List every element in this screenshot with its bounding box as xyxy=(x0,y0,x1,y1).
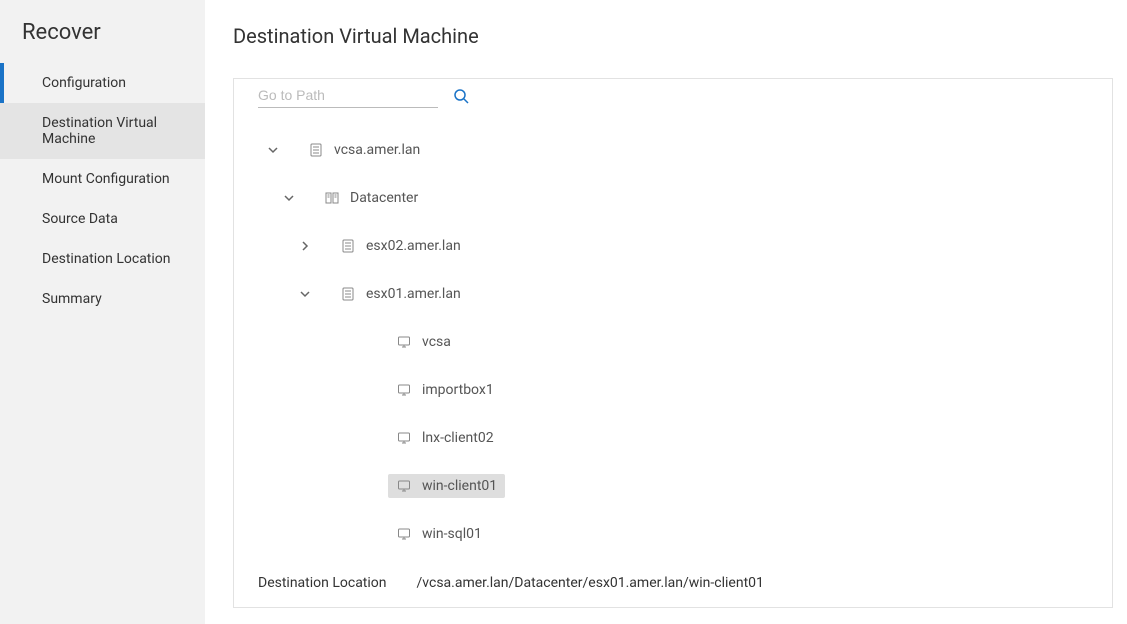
vm-icon-wrap xyxy=(396,478,412,494)
tree-node-label[interactable]: Datacenter xyxy=(316,186,426,210)
tree-node: vcsa xyxy=(234,318,1112,366)
sidebar-item-destination-location[interactable]: Destination Location xyxy=(0,239,205,279)
tree-node-text: esx02.amer.lan xyxy=(366,238,461,254)
tree-node-text: importbox1 xyxy=(422,382,494,398)
sidebar-item-summary[interactable]: Summary xyxy=(0,279,205,319)
sidebar-item-source-data[interactable]: Source Data xyxy=(0,199,205,239)
tree-node: vcsa.amer.lan xyxy=(234,126,1112,174)
tree-node: win-sql01 xyxy=(234,510,1112,558)
sidebar-item-label: Destination Virtual Machine xyxy=(42,115,157,147)
sidebar-title: Recover xyxy=(0,20,205,63)
tree-node-text: vcsa.amer.lan xyxy=(334,142,420,158)
vm-icon xyxy=(397,431,411,445)
search-icon xyxy=(453,88,469,104)
tree-node-label[interactable]: importbox1 xyxy=(388,378,502,402)
tree-node-label[interactable]: vcsa.amer.lan xyxy=(300,138,428,162)
vm-icon-wrap xyxy=(396,382,412,398)
search-button[interactable] xyxy=(452,87,470,105)
tree-node-label[interactable]: win-client01 xyxy=(388,474,505,498)
sidebar-item-label: Destination Location xyxy=(42,251,171,267)
tree-node: esx01.amer.lan xyxy=(234,270,1112,318)
sidebar-nav: Configuration Destination Virtual Machine… xyxy=(0,63,205,319)
tree-node-text: win-client01 xyxy=(422,478,497,494)
sidebar-item-destination-virtual-machine[interactable]: Destination Virtual Machine xyxy=(0,103,205,159)
server-icon-wrap xyxy=(340,286,356,302)
tree-scroll[interactable]: vcsa.amer.lan Datacenter esx02.amer.lan esx… xyxy=(234,79,1112,558)
vm-icon xyxy=(397,479,411,493)
chevron-down-icon[interactable] xyxy=(296,285,314,303)
tree-node: win-client01 xyxy=(234,462,1112,510)
vm-icon-wrap xyxy=(396,526,412,542)
vm-icon xyxy=(397,335,411,349)
server-icon-wrap xyxy=(308,142,324,158)
vm-icon xyxy=(397,383,411,397)
tree-node-text: lnx-client02 xyxy=(422,430,494,446)
page-title: Destination Virtual Machine xyxy=(233,24,1113,48)
chevron-down-icon[interactable] xyxy=(264,141,282,159)
tree-node-label[interactable]: esx01.amer.lan xyxy=(332,282,469,306)
sidebar-item-configuration[interactable]: Configuration xyxy=(0,63,205,103)
tree-node-text: esx01.amer.lan xyxy=(366,286,461,302)
go-to-path-input[interactable] xyxy=(258,83,438,108)
vm-icon xyxy=(397,527,411,541)
sidebar-item-label: Summary xyxy=(42,291,102,307)
server-icon xyxy=(341,239,355,253)
tree-node: esx02.amer.lan xyxy=(234,222,1112,270)
destination-location-label: Destination Location xyxy=(258,575,387,591)
datacenter-icon-wrap xyxy=(324,190,340,206)
destination-location-value: /vcsa.amer.lan/Datacenter/esx01.amer.lan… xyxy=(417,575,764,591)
tree-node-text: Datacenter xyxy=(350,190,418,206)
sidebar: Recover Configuration Destination Virtual… xyxy=(0,0,205,624)
tree-node-label[interactable]: vcsa xyxy=(388,330,459,354)
search-row xyxy=(234,79,1112,118)
destination-location-footer: Destination Location /vcsa.amer.lan/Data… xyxy=(234,558,1112,607)
chevron-right-icon[interactable] xyxy=(296,237,314,255)
main: Destination Virtual Machine vcsa.amer.la… xyxy=(205,0,1127,624)
sidebar-item-label: Configuration xyxy=(42,75,126,91)
tree-panel: vcsa.amer.lan Datacenter esx02.amer.lan esx… xyxy=(234,79,1112,558)
sidebar-item-label: Mount Configuration xyxy=(42,171,170,187)
chevron-down-icon[interactable] xyxy=(280,189,298,207)
tree-node-label[interactable]: lnx-client02 xyxy=(388,426,502,450)
datacenter-icon xyxy=(325,191,339,205)
sidebar-item-label: Source Data xyxy=(42,211,118,227)
tree-node: lnx-client02 xyxy=(234,414,1112,462)
tree-node: importbox1 xyxy=(234,366,1112,414)
tree-node-text: win-sql01 xyxy=(422,526,482,542)
tree-node: Datacenter xyxy=(234,174,1112,222)
vm-icon-wrap xyxy=(396,430,412,446)
server-icon-wrap xyxy=(340,238,356,254)
server-icon xyxy=(341,287,355,301)
tree-node-text: vcsa xyxy=(422,334,451,350)
tree-node-label[interactable]: win-sql01 xyxy=(388,522,490,546)
server-icon xyxy=(309,143,323,157)
vm-tree: vcsa.amer.lan Datacenter esx02.amer.lan esx… xyxy=(234,118,1112,558)
vm-icon-wrap xyxy=(396,334,412,350)
destination-panel: vcsa.amer.lan Datacenter esx02.amer.lan esx… xyxy=(233,78,1113,608)
tree-node-label[interactable]: esx02.amer.lan xyxy=(332,234,469,258)
sidebar-item-mount-configuration[interactable]: Mount Configuration xyxy=(0,159,205,199)
